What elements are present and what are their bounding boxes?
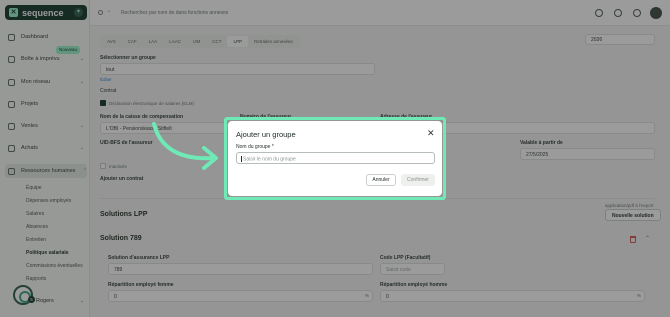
group-name-label: Nom du groupe * <box>236 144 274 150</box>
group-name-input[interactable]: Saisir le nom du groupe <box>236 152 435 164</box>
group-name-placeholder: Saisir le nom du groupe <box>243 156 296 163</box>
dialog-title: Ajouter un groupe <box>236 130 296 139</box>
text-caret <box>241 156 242 162</box>
cancel-button[interactable]: Annuler <box>366 174 396 186</box>
confirm-button[interactable]: Confirmer <box>401 174 435 186</box>
annotation-arrow-icon <box>152 122 218 170</box>
add-group-dialog: Ajouter un groupe ✕ Nom du groupe * Sais… <box>228 121 442 196</box>
close-icon[interactable]: ✕ <box>427 129 435 138</box>
